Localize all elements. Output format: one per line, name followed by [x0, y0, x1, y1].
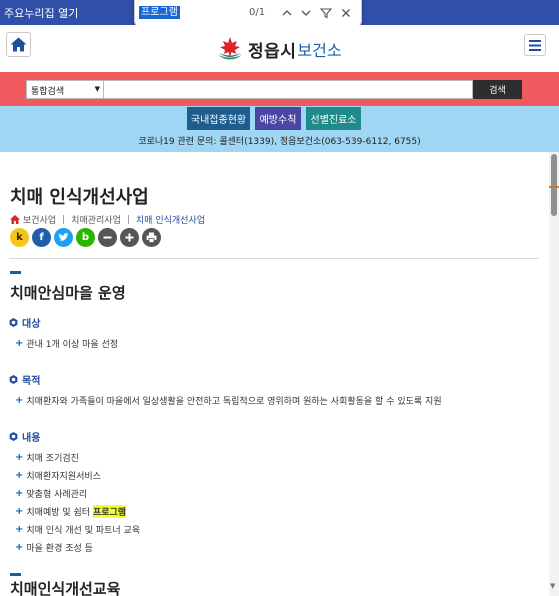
list-item-text: 치매환자와 가족들이 마을에서 일상생활을 안전하고 독립적으로 영위하며 원하… — [26, 397, 442, 407]
subsection-heading-text: 내용 — [22, 433, 41, 444]
breadcrumb: 보건사업 | 치매관리사업 | 치매 인식개선사업 — [10, 213, 205, 226]
breadcrumb-current[interactable]: 치매 인식개선사업 — [136, 213, 205, 226]
breadcrumb-item[interactable]: 보건사업 — [23, 213, 56, 226]
find-result-marker — [549, 186, 559, 188]
list-item: + 치매 인식 개선 및 파트너 교육 — [15, 523, 140, 536]
find-input[interactable]: 프로그램 — [139, 6, 180, 19]
home-button[interactable] — [6, 32, 31, 57]
list-item-text: 치매예방 및 쉼터 — [26, 508, 91, 518]
facebook-icon[interactable]: f — [32, 228, 51, 247]
page-title: 치매 인식개선사업 — [10, 187, 149, 208]
plus-icon[interactable] — [120, 228, 139, 247]
divider — [9, 258, 539, 259]
plus-bullet-icon: + — [15, 488, 24, 499]
hexagon-bullet-icon — [9, 318, 18, 327]
screening-clinic-button[interactable]: 선별진료소 — [306, 107, 361, 130]
breadcrumb-separator: | — [126, 214, 130, 225]
list-item-text: 마을 환경 조성 등 — [26, 544, 93, 554]
close-icon[interactable] — [338, 5, 354, 21]
subsection-heading-text: 목적 — [22, 376, 41, 387]
chevron-down-icon: ▼ — [94, 85, 100, 93]
search-scope-select[interactable]: 통합검색 ▼ — [26, 80, 104, 99]
subsection-heading-text: 대상 — [22, 319, 41, 330]
logo-city-name: 정읍시 — [248, 41, 297, 62]
skip-nav-link[interactable]: 주요누리집 열기 — [4, 5, 78, 21]
plus-bullet-icon: + — [15, 470, 24, 481]
covid-hotline-text: 코로나19 관련 문의: 콜센터(1339), 정읍보건소(063-539-61… — [138, 137, 421, 147]
page-scrollbar[interactable]: ▼ — [549, 152, 559, 596]
list-item-text: 관내 1개 이상 마을 선정 — [26, 340, 119, 350]
list-item-text: 치매 인식 개선 및 파트너 교육 — [26, 526, 141, 536]
search-button[interactable]: 검색 — [473, 80, 522, 99]
section-title: 치매인식개선교육 — [10, 580, 121, 596]
find-bar: 프로그램 0/1 — [134, 0, 362, 27]
plus-bullet-icon: + — [15, 524, 24, 535]
band-icon[interactable]: b — [76, 228, 95, 247]
plus-bullet-icon: + — [15, 506, 24, 517]
prevention-rules-button[interactable]: 예방수칙 — [255, 107, 301, 130]
share-tools: k f b — [10, 228, 164, 247]
search-scope-value: 통합검색 — [31, 87, 65, 97]
filter-icon[interactable] — [318, 5, 334, 21]
list-item: + 관내 1개 이상 마을 선정 — [15, 337, 118, 350]
hexagon-bullet-icon — [9, 375, 18, 384]
plus-bullet-icon: + — [15, 542, 24, 553]
section-title: 치매안심마을 운영 — [10, 284, 126, 302]
minus-icon[interactable] — [98, 228, 117, 247]
scrollbar-thumb[interactable] — [551, 154, 557, 216]
list-item: + 마을 환경 조성 등 — [15, 541, 93, 554]
subsection-heading: 목적 — [9, 372, 40, 387]
twitter-icon[interactable] — [54, 228, 73, 247]
list-item-text: 치매환자지원서비스 — [26, 472, 101, 482]
section-accent-bar — [10, 573, 21, 576]
scroll-down-icon[interactable]: ▼ — [550, 582, 555, 590]
section-accent-bar — [10, 271, 21, 274]
plus-bullet-icon: + — [15, 452, 24, 463]
menu-button[interactable] — [524, 34, 546, 56]
site-logo[interactable]: 정읍시 보건소 — [216, 34, 342, 64]
breadcrumb-item[interactable]: 치매관리사업 — [71, 213, 121, 226]
find-highlight: 프로그램 — [92, 505, 127, 518]
chevron-down-icon[interactable] — [298, 5, 314, 21]
breadcrumb-separator: | — [62, 214, 66, 225]
search-input[interactable] — [104, 80, 473, 99]
print-icon[interactable] — [142, 228, 161, 247]
maple-leaf-logo — [218, 37, 242, 60]
hamburger-icon — [529, 39, 541, 51]
list-item-text: 치매 조기검진 — [26, 454, 79, 464]
list-item: + 치매 조기검진 — [15, 451, 79, 464]
kakaostory-icon[interactable]: k — [10, 228, 29, 247]
home-icon — [10, 37, 27, 52]
list-item: + 치매예방 및 쉼터 프로그램 — [15, 505, 127, 518]
chevron-up-icon[interactable] — [279, 5, 295, 21]
list-item: + 맞춤형 사례관리 — [15, 487, 87, 500]
subsection-heading: 내용 — [9, 429, 40, 444]
find-match-count: 0/1 — [249, 7, 266, 18]
list-item: + 치매환자와 가족들이 마을에서 일상생활을 안전하고 독립적으로 영위하며 … — [15, 394, 442, 407]
logo-org-name: 보건소 — [297, 41, 342, 60]
plus-bullet-icon: + — [15, 395, 24, 406]
home-icon[interactable] — [10, 215, 20, 224]
list-item-text: 맞춤형 사례관리 — [26, 490, 88, 500]
domestic-vaccination-button[interactable]: 국내접종현황 — [187, 107, 250, 130]
hexagon-bullet-icon — [9, 432, 18, 441]
subsection-heading: 대상 — [9, 315, 40, 330]
plus-bullet-icon: + — [15, 338, 24, 349]
list-item: + 치매환자지원서비스 — [15, 469, 101, 482]
